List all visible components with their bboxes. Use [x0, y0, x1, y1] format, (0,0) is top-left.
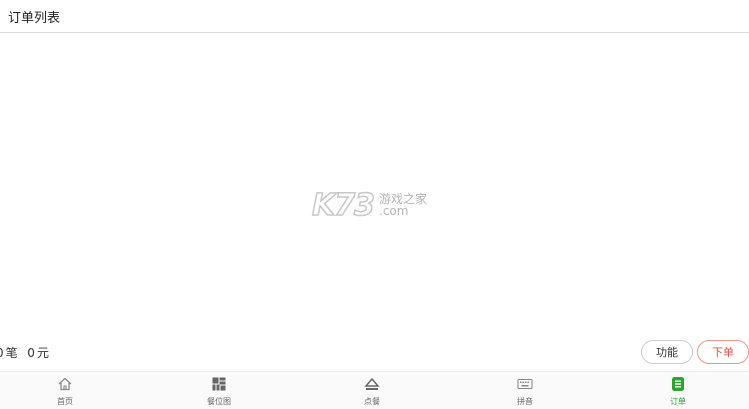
order-amount: 0 [27, 346, 35, 360]
tab-seat-map[interactable]: 餐位图 [189, 372, 249, 409]
tab-label: 餐位图 [207, 397, 231, 406]
tab-label: 首页 [57, 397, 73, 406]
order-count-unit: 笔 [5, 346, 18, 360]
place-order-button[interactable]: 下单 [697, 340, 749, 364]
tab-label: 订单 [670, 397, 686, 406]
order-list-icon [672, 377, 684, 391]
home-icon [58, 377, 72, 391]
app-screen: 订单列表 K73 游戏之家 .com 0笔 0元 功能 下单 首页 [0, 0, 749, 409]
tab-home[interactable]: 首页 [35, 372, 95, 409]
order-amount-unit: 元 [36, 346, 49, 360]
watermark-logo: K73 游戏之家 .com [311, 186, 442, 226]
tab-orders[interactable]: 订单 [648, 372, 708, 409]
grid-icon [212, 377, 226, 391]
watermark-k73: K73 [311, 187, 376, 224]
function-button[interactable]: 功能 [641, 340, 693, 364]
header: 订单列表 [0, 0, 749, 33]
tab-label: 拼音 [517, 397, 533, 406]
order-summary: 0笔 0元 [0, 344, 51, 361]
order-count: 0 [0, 346, 4, 360]
watermark-domain: .com [379, 204, 409, 218]
tab-order-food[interactable]: 点餐 [342, 372, 402, 409]
keyboard-icon [517, 378, 533, 390]
tab-pinyin[interactable]: 拼音 [495, 372, 555, 409]
page-title: 订单列表 [8, 11, 61, 26]
tab-label: 点餐 [364, 397, 380, 406]
dish-cover-icon [364, 377, 380, 390]
bottom-tab-bar: 首页 餐位图 点餐 拼音 订单 [0, 371, 749, 409]
